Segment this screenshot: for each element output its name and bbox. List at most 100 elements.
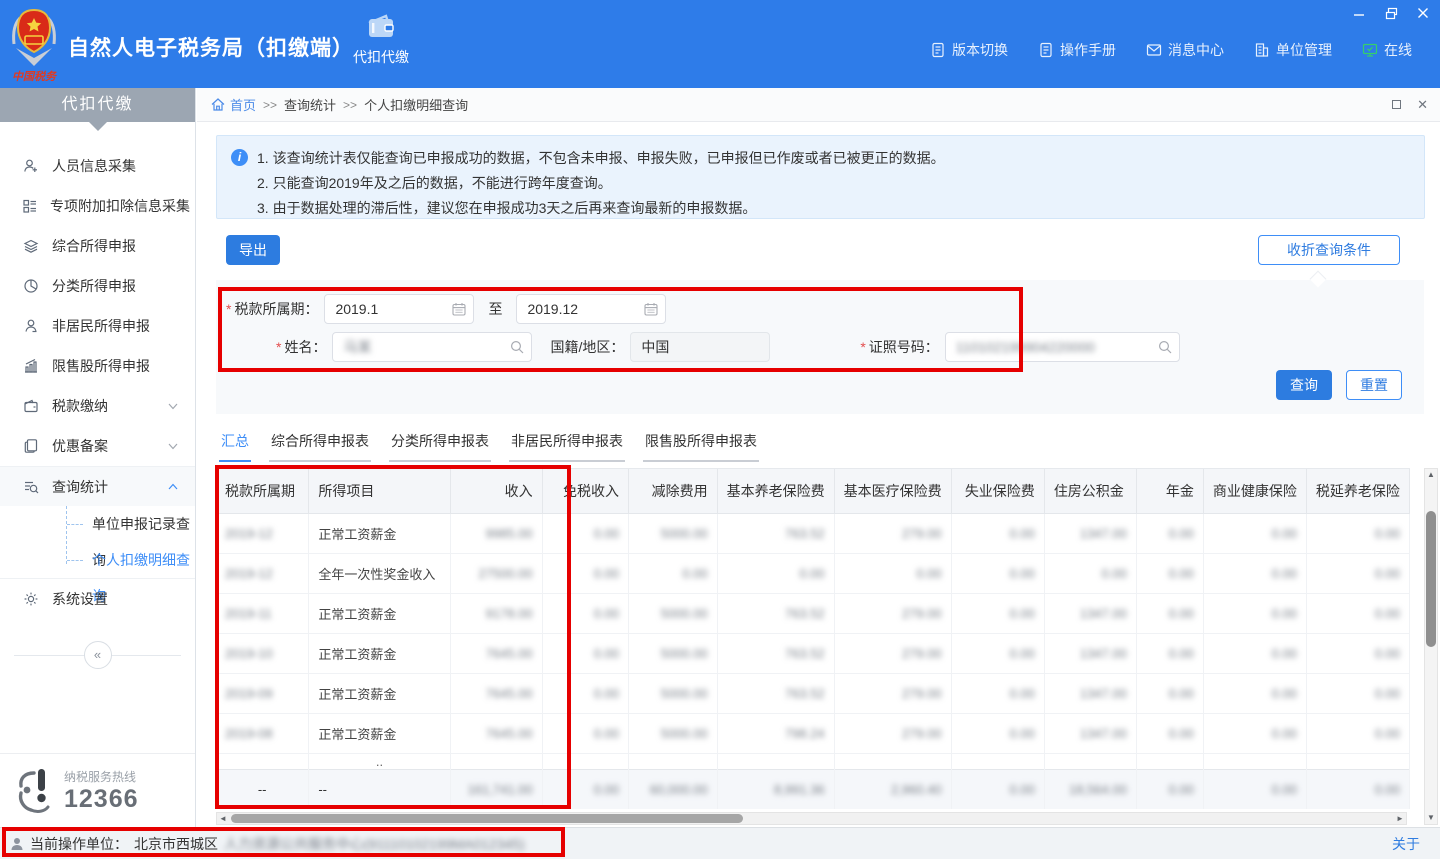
sidebar-item[interactable]: 非居民所得申报 — [0, 306, 195, 346]
period-to-input[interactable]: 2019.12 — [516, 294, 666, 324]
period-from-input[interactable]: 2019.1 — [324, 294, 474, 324]
table-cell: 0.00 — [542, 553, 628, 593]
sidebar-item[interactable]: 分类所得申报 — [0, 266, 195, 306]
breadcrumb-home[interactable]: 首页 — [211, 95, 256, 114]
online-icon — [1362, 42, 1378, 58]
table-row[interactable]: 2019-08正常工资薪金7645.000.005000.00798.24279… — [216, 713, 1410, 753]
tab-daikou-daijiao[interactable]: 代扣代缴 — [348, 14, 414, 67]
horizontal-scrollbar[interactable]: ◄ ► — [216, 812, 1407, 825]
table-cell: 279.00 — [834, 513, 951, 553]
header-link-label: 操作手册 — [1060, 40, 1116, 60]
minimize-button[interactable] — [1350, 4, 1368, 22]
sidebar-subitem[interactable]: 个人扣缴明细查询 — [0, 542, 195, 578]
name-input[interactable]: 马某 — [332, 332, 532, 362]
table-cell: 正常工资薪金 — [309, 513, 450, 553]
sidebar-item[interactable]: 限售股所得申报 — [0, 346, 195, 386]
scroll-up-icon[interactable]: ▲ — [1425, 469, 1437, 481]
table-cell: 0.00 — [1203, 633, 1306, 673]
header-link-document[interactable]: 版本切换 — [930, 40, 1008, 60]
result-table-wrap: 税款所属期所得项目收入免税收入减除费用基本养老保险费基本医疗保险费失业保险费住房… — [216, 468, 1410, 809]
table-cell: 0.00 — [542, 769, 628, 809]
name-label: 姓名： — [276, 337, 326, 357]
table-row[interactable]: 2019-12正常工资薪金9985.000.005000.00763.52279… — [216, 513, 1410, 553]
header-link-online[interactable]: 在线 — [1362, 40, 1412, 60]
pane-close-icon[interactable]: ✕ — [1417, 97, 1428, 113]
sidebar-item[interactable]: 综合所得申报 — [0, 226, 195, 266]
tab-active[interactable]: 汇总 — [219, 427, 251, 462]
sidebar-item[interactable]: 优惠备案 — [0, 426, 195, 466]
column-header: 减除费用 — [629, 469, 718, 513]
calendar-icon[interactable] — [452, 302, 466, 316]
column-header: 商业健康保险 — [1203, 469, 1306, 513]
horizontal-scroll-thumb[interactable] — [231, 814, 743, 823]
scroll-right-icon[interactable]: ► — [1394, 813, 1406, 824]
table-cell: 2,960.40 — [834, 769, 951, 809]
scroll-down-icon[interactable]: ▼ — [1425, 812, 1437, 824]
breadcrumb: 首页 >> 查询统计 >> 个人扣缴明细查询 ✕ — [197, 88, 1440, 122]
tax-emblem-logo: 中国税务 — [8, 4, 60, 84]
table-cell: 0.00 — [834, 553, 951, 593]
table-cell — [834, 753, 951, 769]
close-button[interactable] — [1414, 4, 1432, 22]
tab-item[interactable]: 非居民所得申报表 — [509, 427, 625, 462]
table-cell: 0.00 — [1306, 769, 1409, 809]
header-link-manual[interactable]: 操作手册 — [1038, 40, 1116, 60]
header-link-org[interactable]: 单位管理 — [1254, 40, 1332, 60]
id-number-input[interactable]: 110102199904220000 — [945, 332, 1180, 362]
vertical-scroll-thumb[interactable] — [1426, 511, 1436, 647]
table-row[interactable]: 2019-12全年一次性奖金收入27500.000.000.000.000.00… — [216, 553, 1410, 593]
search-icon[interactable] — [1158, 340, 1172, 354]
list-icon — [22, 198, 38, 214]
table-cell: 0.00 — [1136, 713, 1203, 753]
table-cell: 0.00 — [542, 673, 628, 713]
table-cell: 1347.00 — [1044, 713, 1136, 753]
gear-icon — [22, 591, 40, 607]
table-row[interactable]: 2019-11正常工资薪金9178.000.005000.00763.52279… — [216, 593, 1410, 633]
sidebar-collapse-row: « — [0, 641, 195, 669]
export-button[interactable]: 导出 — [226, 235, 280, 265]
table-row[interactable]: 2019-09正常工资薪金7645.000.005000.00763.52279… — [216, 673, 1410, 713]
main-tab-label: 代扣代缴 — [348, 47, 414, 67]
restore-button[interactable] — [1382, 4, 1400, 22]
pane-maximize-icon[interactable] — [1392, 100, 1401, 109]
tab-item[interactable]: 限售股所得申报表 — [643, 427, 759, 462]
scroll-left-icon[interactable]: ◄ — [217, 813, 229, 824]
sidebar-item[interactable]: 专项附加扣除信息采集 — [0, 186, 195, 226]
query-button[interactable]: 查询 — [1276, 370, 1332, 400]
document-icon — [930, 42, 946, 58]
hotline-block: 纳税服务热线 12366 — [0, 753, 195, 827]
main-content: 首页 >> 查询统计 >> 个人扣缴明细查询 ✕ i 1. 该查询统计表仅能查询… — [197, 88, 1440, 827]
header-link-mail[interactable]: 消息中心 — [1146, 40, 1224, 60]
sidebar-item[interactable]: 税款缴纳 — [0, 386, 195, 426]
nationality-input[interactable]: 中国 — [630, 332, 770, 362]
about-link[interactable]: 关于 — [1392, 834, 1420, 854]
vertical-scrollbar[interactable]: ▲ ▼ — [1424, 468, 1438, 825]
tab-item[interactable]: 分类所得申报表 — [389, 427, 491, 462]
table-cell — [216, 753, 309, 769]
app-header: 中国税务 自然人电子税务局（扣缴端） 代扣代缴 版本切换操作手册消息中心单位管理… — [0, 0, 1440, 88]
table-cell: 1347.00 — [1044, 673, 1136, 713]
sidebar-item-label: 系统设置 — [52, 589, 181, 609]
sidebar-item-label: 查询统计 — [52, 477, 165, 497]
sidebar-collapse-button[interactable]: « — [84, 641, 112, 669]
restore-icon — [1385, 7, 1398, 20]
table-cell: 0.00 — [1203, 769, 1306, 809]
table-cell: 8,991.36 — [717, 769, 834, 809]
sidebar-item[interactable]: 查询统计 — [0, 466, 195, 506]
table-cell: 279.00 — [834, 713, 951, 753]
table-cell: 0.00 — [1306, 593, 1409, 633]
search-icon[interactable] — [510, 340, 524, 354]
table-cell — [1203, 753, 1306, 769]
sidebar-subitem[interactable]: 单位申报记录查询 — [0, 506, 195, 542]
column-header: 年金 — [1136, 469, 1203, 513]
table-row[interactable]: 2019-10正常工资薪金7645.000.005000.00763.52279… — [216, 633, 1410, 673]
reset-button[interactable]: 重置 — [1346, 370, 1402, 400]
table-cell: 7645.00 — [450, 633, 542, 673]
collapse-query-button[interactable]: 收折查询条件 — [1258, 235, 1400, 265]
sidebar-item[interactable]: 系统设置 — [0, 579, 195, 619]
calendar-icon[interactable] — [644, 302, 658, 316]
tab-item[interactable]: 综合所得申报表 — [269, 427, 371, 462]
sidebar-item[interactable]: 人员信息采集 — [0, 146, 195, 186]
table-cell: 7645.00 — [450, 713, 542, 753]
notice-panel: i 1. 该查询统计表仅能查询已申报成功的数据，不包含未申报、申报失败，已申报但… — [216, 135, 1425, 219]
